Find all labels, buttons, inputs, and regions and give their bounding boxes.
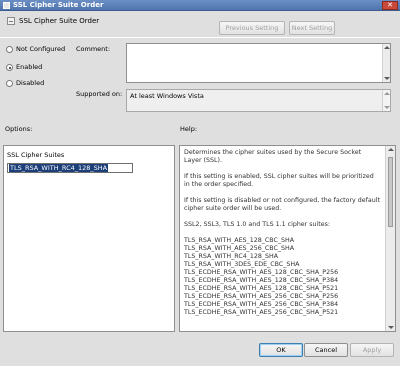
list-item: TLS_ECDHE_RSA_WITH_AES_128_CBC_SHA_P256 [184,269,339,276]
help-label: Help: [180,125,198,133]
supported-on-field: At least Windows Vista [126,89,391,112]
apply-button[interactable]: Apply [350,343,394,357]
policy-setting-icon [7,17,15,25]
radio-label: Enabled [16,63,43,71]
title-bar[interactable]: SSL Cipher Suite Order ✕ [0,0,400,11]
app-icon [3,2,10,9]
scroll-thumb[interactable] [388,157,393,227]
radio-label: Not Configured [16,45,66,53]
window-title: SSL Cipher Suite Order [13,1,104,9]
scroll-up-icon[interactable] [388,148,394,151]
next-setting-button[interactable]: Next Setting [289,21,335,35]
help-text: Determines the cipher suites used by the… [184,149,380,317]
cipher-suite-list: TLS_RSA_WITH_AES_128_CBC_SHA TLS_RSA_WIT… [184,237,380,317]
radio-button[interactable] [6,64,13,71]
comment-label: Comment: [76,45,111,53]
list-item: TLS_ECDHE_RSA_WITH_AES_128_CBC_SHA_P521 [184,285,339,292]
scroll-down-icon[interactable] [384,77,390,80]
list-item: TLS_RSA_WITH_3DES_EDE_CBC_SHA [184,261,300,268]
cipher-suites-value: TLS_RSA_WITH_RC4_128_SHA [9,164,109,172]
radio-button[interactable] [6,80,13,87]
list-item: TLS_RSA_WITH_AES_256_CBC_SHA [184,245,295,252]
scroll-down-icon[interactable] [388,326,394,329]
help-panel: Determines the cipher suites used by the… [179,145,396,332]
help-scrollbar[interactable] [385,146,395,331]
setting-title: SSL Cipher Suite Order [19,17,100,25]
list-item: TLS_ECDHE_RSA_WITH_AES_128_CBC_SHA_P384 [184,277,339,284]
supported-on-value: At least Windows Vista [130,92,204,100]
list-item: TLS_RSA_WITH_RC4_128_SHA [184,253,279,260]
help-paragraph: Determines the cipher suites used by the… [184,149,362,164]
divider [0,37,400,38]
options-label: Options: [5,125,33,133]
radio-label: Disabled [16,79,45,87]
list-item: TLS_ECDHE_RSA_WITH_AES_256_CBC_SHA_P384 [184,301,339,308]
scroll-down-icon[interactable] [384,106,390,109]
close-icon[interactable]: ✕ [382,1,398,10]
list-item: TLS_RSA_WITH_AES_128_CBC_SHA [184,237,295,244]
help-paragraph: If this setting is enabled, SSL cipher s… [184,173,374,188]
supported-on-label: Supported on: [76,90,123,98]
scroll-up-icon[interactable] [384,46,390,49]
scroll-up-icon[interactable] [384,92,390,95]
previous-setting-button[interactable]: Previous Setting [219,21,285,35]
cipher-suites-label: SSL Cipher Suites [7,151,65,159]
comment-scrollbar[interactable] [382,44,390,82]
cipher-suites-input[interactable]: TLS_RSA_WITH_RC4_128_SHA [7,163,133,173]
list-item: TLS_ECDHE_RSA_WITH_AES_256_CBC_SHA_P256 [184,293,339,300]
help-paragraph: SSL2, SSL3, TLS 1.0 and TLS 1.1 cipher s… [184,221,331,228]
options-panel: SSL Cipher Suites TLS_RSA_WITH_RC4_128_S… [3,145,175,332]
ok-button[interactable]: OK [259,343,303,357]
supported-scrollbar[interactable] [382,90,390,111]
cancel-button[interactable]: Cancel [304,343,348,357]
comment-field[interactable] [126,43,391,83]
help-paragraph: If this setting is disabled or not confi… [184,197,380,212]
list-item: TLS_ECDHE_RSA_WITH_AES_256_CBC_SHA_P521 [184,309,339,316]
radio-button[interactable] [6,46,13,53]
